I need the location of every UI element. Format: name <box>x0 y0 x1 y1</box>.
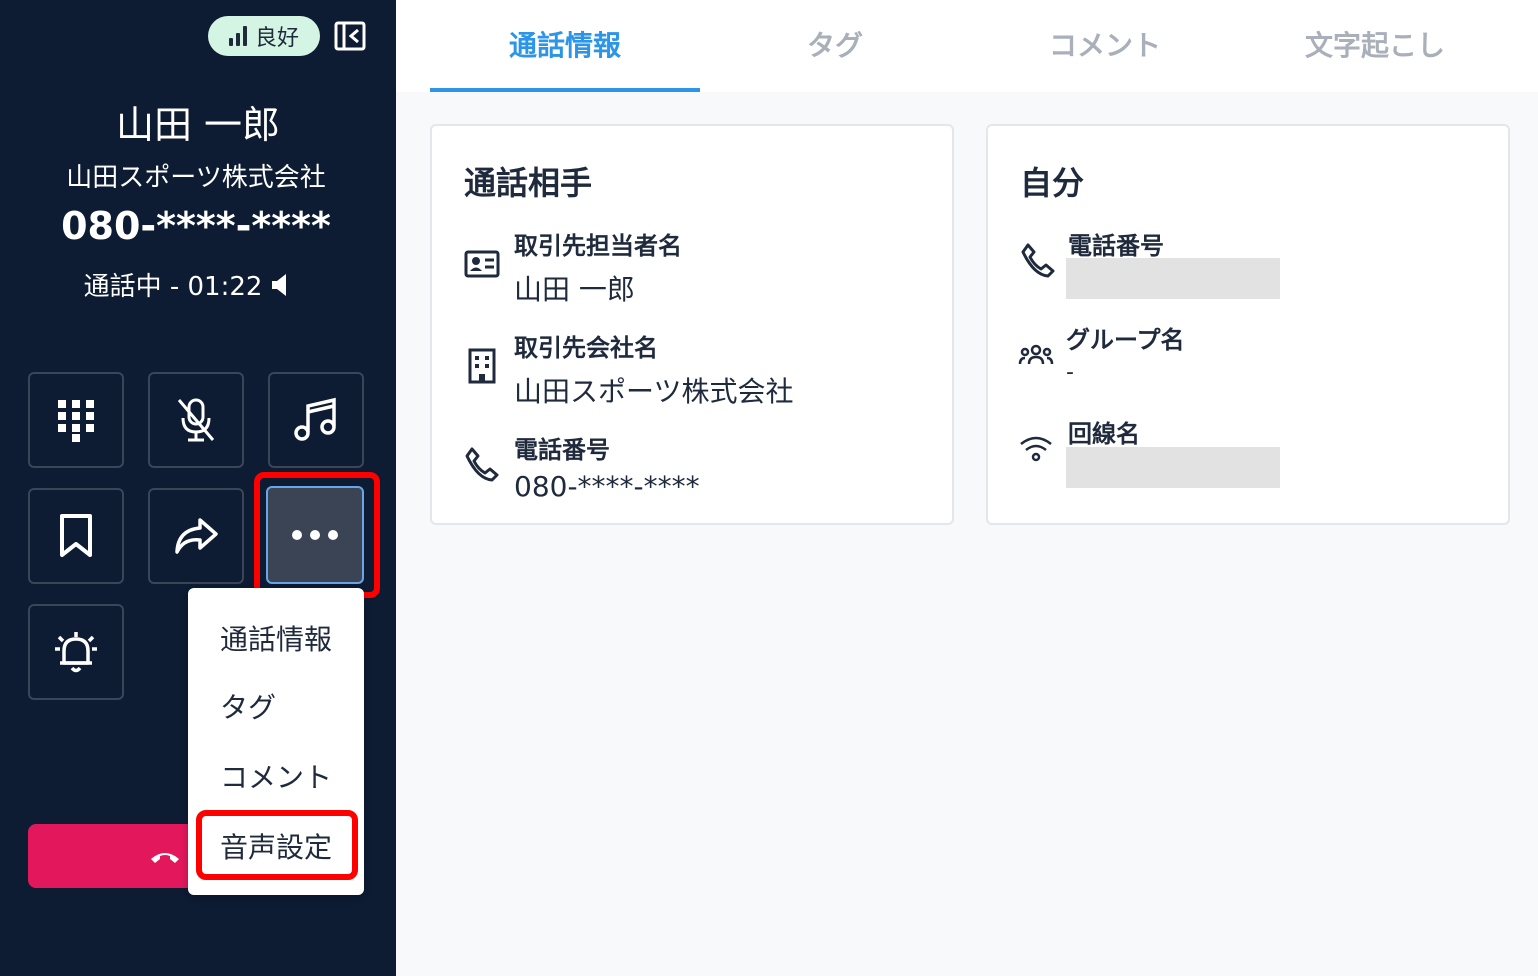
call-status-text: 通話中 - 01:22 <box>83 272 263 302</box>
group-icon <box>1018 344 1054 365</box>
self-card-title: 自分 <box>1020 164 1085 202</box>
call-quality-badge: 良好 <box>208 16 320 56</box>
self-phone-value-placeholder <box>1066 258 1280 299</box>
line-label: 回線名 <box>1068 420 1140 448</box>
partner-card-title: 通話相手 <box>464 164 593 202</box>
speaker-icon[interactable] <box>270 272 290 298</box>
caller-company: 山田スポーツ株式会社 <box>66 163 326 193</box>
tab-call-info[interactable]: 通話情報 <box>430 24 700 64</box>
alert-button[interactable] <box>28 604 124 700</box>
partner-card: 通話相手 取引先担当者名 山田 一郎 取引先会社名 山田スポーツ株式会社 電話番… <box>430 124 954 525</box>
wifi-icon <box>1020 436 1052 462</box>
menu-item-comment[interactable]: コメント <box>220 756 332 796</box>
partner-phone-value: 080-****-**** <box>514 470 700 503</box>
bookmark-button[interactable] <box>28 488 124 584</box>
dialpad-button[interactable] <box>28 372 124 468</box>
dialpad-icon <box>58 400 94 442</box>
call-panel: 良好 山田 一郎 山田スポーツ株式会社 080-****-**** 通話中 - … <box>0 0 396 976</box>
partner-phone-label: 電話番号 <box>514 436 610 464</box>
mic-off-icon <box>177 398 215 442</box>
group-value: - <box>1066 360 1074 385</box>
contact-card-icon <box>464 250 500 278</box>
company-label: 取引先会社名 <box>514 334 658 362</box>
menu-item-tag[interactable]: タグ <box>220 686 276 726</box>
caller-name: 山田 一郎 <box>115 103 281 147</box>
menu-item-call-info[interactable]: 通話情報 <box>220 618 332 658</box>
self-card: 自分 電話番号 グループ名 - 回線名 <box>986 124 1510 525</box>
active-tab-indicator <box>430 88 700 92</box>
hangup-phone-icon <box>151 853 179 863</box>
line-value-placeholder <box>1066 447 1280 488</box>
hold-music-button[interactable] <box>268 372 364 468</box>
audio-settings-highlight <box>196 810 358 880</box>
group-label: グループ名 <box>1066 326 1185 354</box>
forward-icon <box>175 518 218 554</box>
signal-icon <box>228 26 247 46</box>
caller-phone: 080-****-**** <box>61 204 331 248</box>
more-button-highlight <box>254 472 380 598</box>
collapse-panel-icon[interactable] <box>334 20 366 52</box>
tab-bar: 通話情報 タグ コメント 文字起こし <box>396 0 1538 92</box>
contact-value: 山田 一郎 <box>514 273 635 306</box>
call-quality-label: 良好 <box>254 26 299 51</box>
tab-transcript[interactable]: 文字起こし <box>1240 24 1510 64</box>
tab-tag[interactable]: タグ <box>700 24 970 64</box>
bookmark-icon <box>60 514 92 557</box>
building-icon <box>468 348 496 384</box>
music-icon <box>294 397 336 441</box>
company-value: 山田スポーツ株式会社 <box>514 375 794 408</box>
transfer-button[interactable] <box>148 488 244 584</box>
tab-comment[interactable]: コメント <box>970 24 1240 64</box>
call-status: 通話中 - 01:22 <box>0 266 374 303</box>
mute-button[interactable] <box>148 372 244 468</box>
bell-alert-icon <box>55 632 97 673</box>
phone-icon <box>1021 243 1055 278</box>
self-phone-label: 電話番号 <box>1068 232 1164 260</box>
phone-icon <box>465 447 499 482</box>
contact-label: 取引先担当者名 <box>514 232 682 260</box>
